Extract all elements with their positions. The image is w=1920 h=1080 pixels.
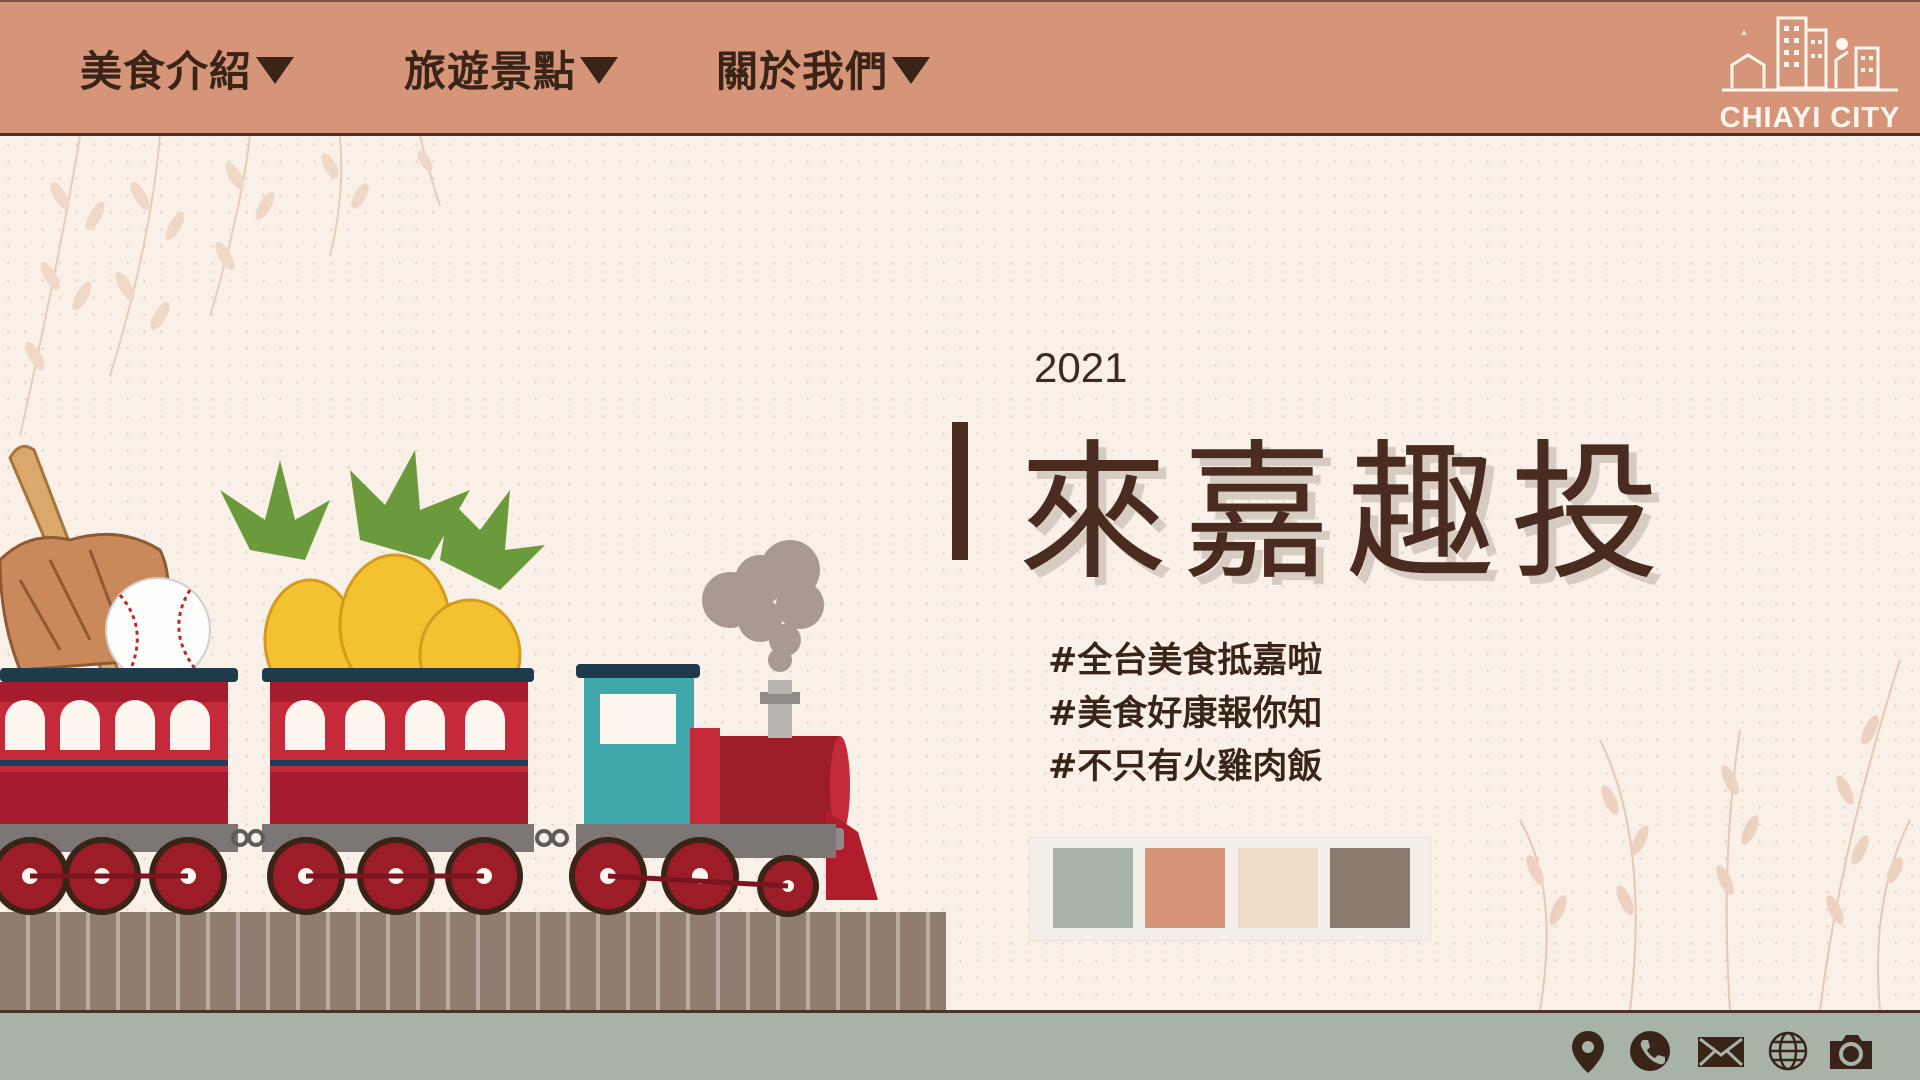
color-swatch-terracotta — [1145, 848, 1225, 928]
hashtag-list: #全台美食抵嘉啦 #美食好康報你知 #不只有火雞肉飯 — [1048, 636, 1322, 795]
globe-icon[interactable] — [1766, 1029, 1810, 1073]
caret-down-icon — [892, 56, 931, 84]
hashtag: #不只有火雞肉飯 — [1048, 747, 1323, 787]
train-carriage-2 — [262, 668, 534, 852]
location-pin-icon[interactable] — [1566, 1029, 1610, 1073]
caret-down-icon — [256, 56, 295, 84]
rail-track — [0, 912, 946, 1012]
branch-decoration-top-left — [19, 136, 441, 436]
nav-item-about[interactable]: 關於我們 — [716, 38, 931, 98]
color-swatch-sage — [1053, 848, 1133, 928]
mail-icon[interactable] — [1696, 1029, 1746, 1073]
smoke-cloud — [702, 540, 824, 672]
baseball — [105, 577, 211, 683]
color-palette — [1030, 838, 1430, 940]
hero-title: 來嘉趣投 — [1018, 427, 1675, 601]
nav-item-attractions-label: 旅遊景點 — [404, 46, 577, 96]
hero-year: 2021 — [1034, 344, 1128, 391]
logo-text: CHIAYI CITY — [1719, 102, 1901, 134]
hashtag: #美食好康報你知 — [1048, 694, 1323, 734]
hashtag: #全台美食抵嘉啦 — [1048, 641, 1323, 681]
nav-item-about-label: 關於我們 — [716, 46, 889, 96]
chiayi-city-logo[interactable]: CHIAYI CITY — [1718, 10, 1902, 134]
top-nav-bar: 美食介紹 旅遊景點 關於我們 CHIAYI CITY — [0, 0, 1920, 136]
page: 美食介紹 旅遊景點 關於我們 CHIAYI CITY 2021 來嘉趣投 #全台… — [0, 0, 1920, 1080]
nav-item-attractions[interactable]: 旅遊景點 — [404, 38, 619, 98]
train-carriage-1 — [0, 668, 238, 852]
city-skyline-icon — [1722, 16, 1898, 92]
caret-down-icon — [580, 56, 619, 84]
footer-bar — [0, 1010, 1920, 1080]
camera-icon[interactable] — [1826, 1029, 1876, 1073]
nav-item-food[interactable]: 美食介紹 — [80, 38, 295, 98]
color-swatch-peach — [1238, 848, 1318, 928]
nav-item-food-label: 美食介紹 — [80, 46, 253, 96]
train-illustration — [0, 444, 878, 917]
branch-decoration-bottom-right — [1519, 659, 1911, 1010]
color-swatch-taupe — [1330, 848, 1410, 928]
title-accent-bar — [952, 422, 968, 560]
phone-icon[interactable] — [1628, 1029, 1672, 1073]
